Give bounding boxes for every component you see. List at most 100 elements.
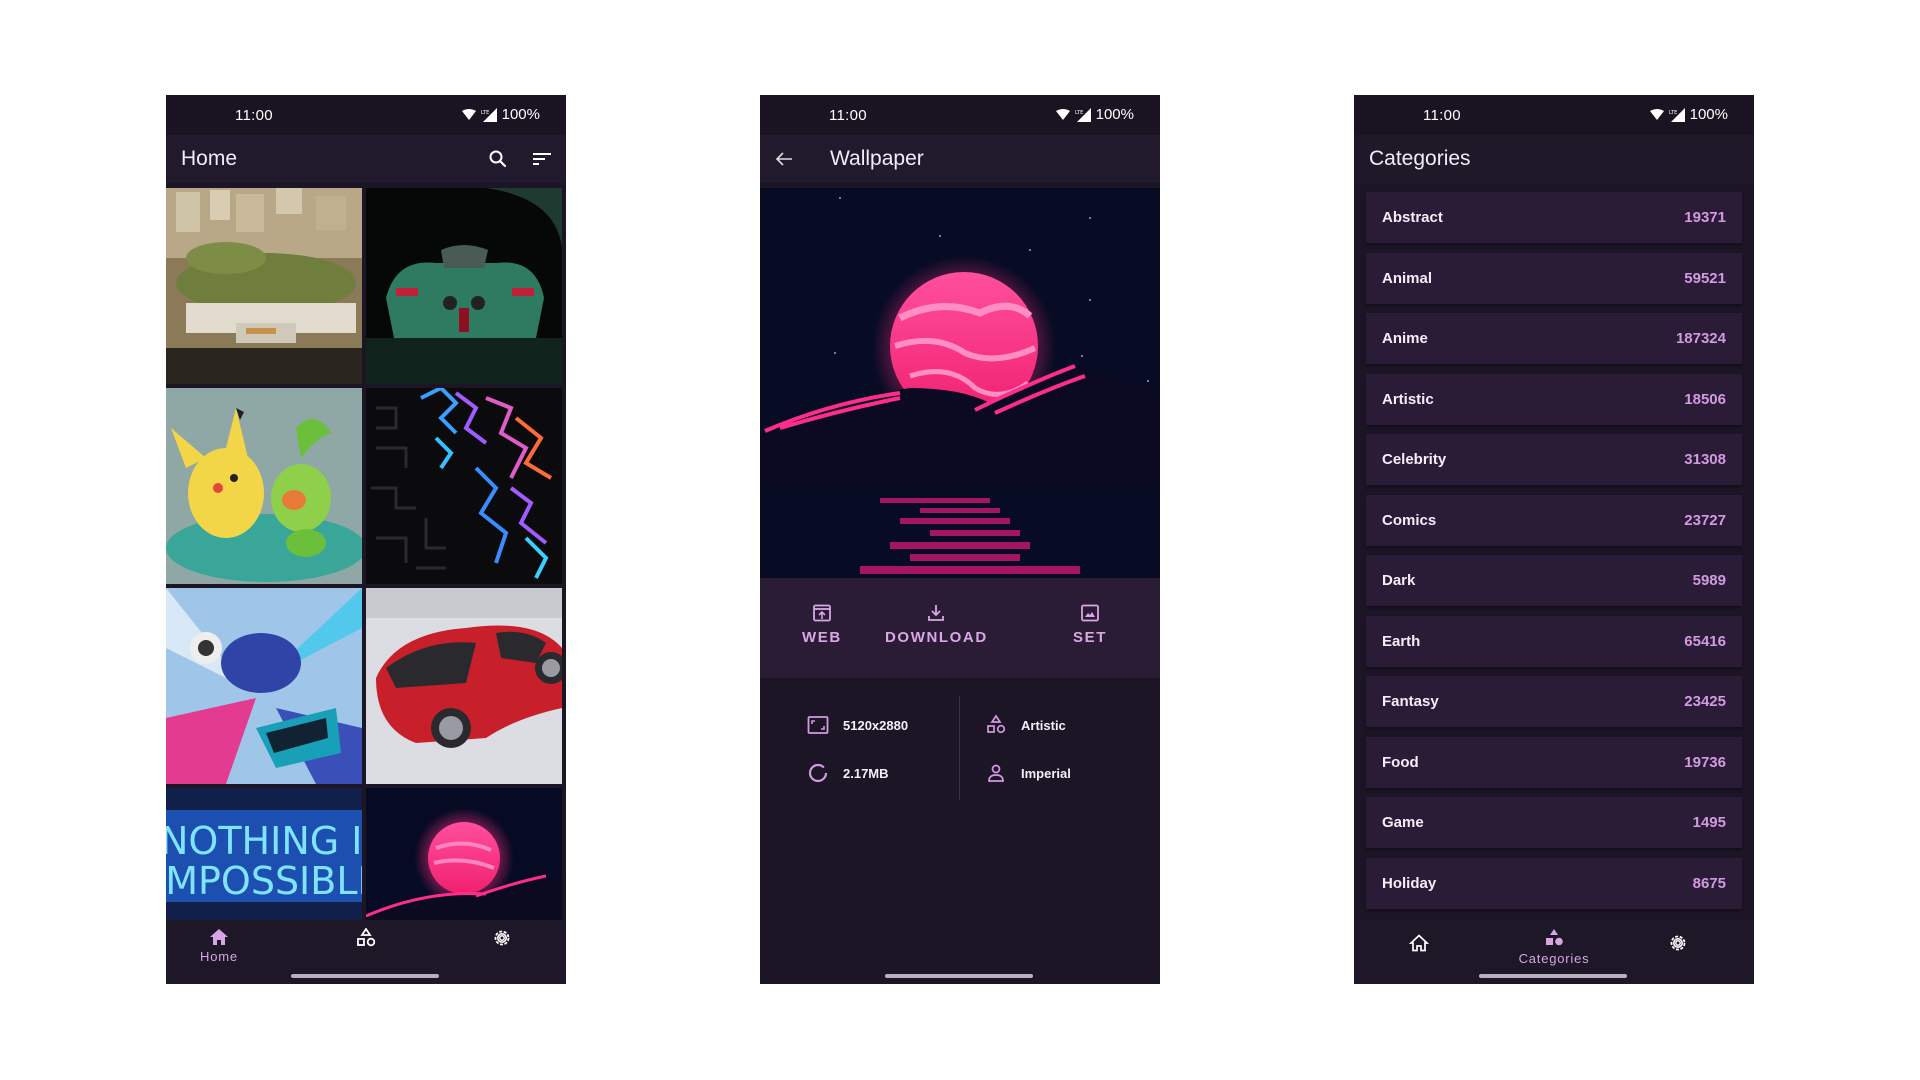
status-icons: LTE 100% [1055,106,1134,123]
category-count: 65416 [1684,632,1726,650]
categories-icon [357,928,376,947]
bottom-navigation: Home [166,920,566,984]
gesture-bar [1479,974,1627,978]
category-item[interactable]: Food 19736 [1366,736,1742,788]
category-item[interactable]: Game 1495 [1366,797,1742,848]
category-item[interactable]: Anime 187324 [1366,313,1742,364]
set-wallpaper-button[interactable]: SET [1073,604,1107,646]
info-category[interactable]: Artistic [985,714,1066,736]
wallpaper-thumbnail[interactable] [366,788,562,920]
nav-home-label: Home [200,949,238,964]
category-item[interactable]: Animal 59521 [1366,252,1742,304]
wallpaper-info: 5120x2880 2.17MB Artistic Imperial [760,678,1160,984]
wallpaper-thumbnail[interactable] [166,388,362,584]
category-value: Artistic [1021,717,1066,733]
category-name: Holiday [1382,874,1437,892]
category-name: Comics [1382,511,1437,529]
wallpaper-icon [1081,604,1099,622]
data-usage-icon [808,763,828,783]
category-name: Celebrity [1382,451,1447,468]
wallpaper-thumbnail[interactable] [166,588,362,784]
status-bar: 11:00 LTE 100% [760,95,1160,135]
battery-level: 100% [501,106,540,123]
wallpaper-thumbnail[interactable] [166,188,362,384]
wifi-icon [461,109,476,120]
download-button-label: DOWNLOAD [885,629,988,646]
person-icon [988,764,1004,782]
category-name: Game [1382,814,1424,831]
category-count: 19371 [1684,209,1726,226]
wallpaper-preview[interactable] [760,188,1160,578]
gesture-bar [885,974,1033,978]
category-item[interactable]: Celebrity 31308 [1366,434,1742,485]
status-bar: 11:00 LTE 100% [1354,95,1754,135]
settings-icon [494,930,510,946]
category-count: 23425 [1684,693,1726,710]
category-name: Food [1382,753,1419,771]
bottom-navigation: Categories [1354,920,1754,984]
svg-text:LTE: LTE [481,110,489,116]
battery-level: 100% [1689,106,1728,123]
categories-icon [1546,929,1563,946]
open-in-browser-icon [812,604,831,622]
status-time: 11:00 [235,107,273,124]
settings-icon [1670,935,1686,951]
category-name: Dark [1382,572,1416,589]
status-icons: LTE 100% [461,106,540,123]
nav-categories-label: Categories [1518,951,1590,966]
info-file-size: 2.17MB [807,762,889,784]
category-name: Animal [1382,269,1433,287]
status-time: 11:00 [1423,107,1461,124]
category-item[interactable]: Comics 23727 [1366,494,1742,546]
back-button[interactable] [770,145,798,173]
category-count: 8675 [1692,874,1726,892]
search-button[interactable] [484,145,512,173]
lte-signal-icon: LTE [481,107,497,122]
lte-signal-icon: LTE [1075,107,1091,122]
categories-icon [987,714,1006,734]
category-count: 5989 [1692,572,1726,589]
resolution-value: 5120x2880 [843,717,909,733]
category-item[interactable]: Fantasy 23425 [1366,676,1742,727]
wallpaper-grid: NOTHING IS IMPOSSIBLE [166,188,566,920]
nav-settings[interactable] [447,928,557,972]
app-bar: Categories [1354,135,1754,183]
wallpaper-thumbnail[interactable] [366,588,562,784]
category-item[interactable]: Dark 5989 [1366,555,1742,606]
status-icons: LTE 100% [1649,106,1728,123]
arrow-back-icon [775,152,792,166]
phone-wallpaper-screen: 11:00 LTE 100% Wallpaper WEB DOWNLOAD SE… [760,95,1160,984]
category-name: Earth [1382,632,1421,650]
web-button[interactable]: WEB [802,604,842,646]
home-icon [1409,934,1429,952]
nav-categories[interactable]: Categories [1499,928,1609,972]
category-name: Abstract [1382,209,1443,226]
file-size-value: 2.17MB [843,765,889,781]
gesture-bar [291,974,439,978]
download-button[interactable]: DOWNLOAD [885,604,988,646]
wallpaper-thumbnail[interactable]: NOTHING IS IMPOSSIBLE [166,788,362,920]
category-item[interactable]: Abstract 19371 [1366,192,1742,243]
wallpaper-thumbnail[interactable] [366,188,562,384]
nav-home[interactable]: Home [166,928,274,972]
category-item[interactable]: Artistic 18506 [1366,373,1742,425]
wifi-icon [1055,109,1070,120]
sort-button[interactable] [528,145,556,173]
category-item[interactable]: Earth 65416 [1366,615,1742,667]
category-item[interactable]: Holiday 8675 [1366,857,1742,909]
nav-settings[interactable] [1623,928,1733,972]
nav-home[interactable] [1364,928,1474,972]
category-count: 18506 [1684,390,1726,408]
category-count: 59521 [1684,269,1726,287]
category-count: 1495 [1692,814,1726,831]
category-name: Artistic [1382,390,1434,408]
sort-icon [533,153,551,165]
search-icon [489,150,507,168]
nav-categories[interactable] [311,928,421,972]
wallpaper-thumbnail[interactable] [366,388,562,584]
info-author: Imperial [985,762,1071,784]
home-icon [210,929,228,945]
category-count: 19736 [1684,753,1726,771]
info-divider [959,696,960,800]
set-button-label: SET [1073,629,1107,646]
